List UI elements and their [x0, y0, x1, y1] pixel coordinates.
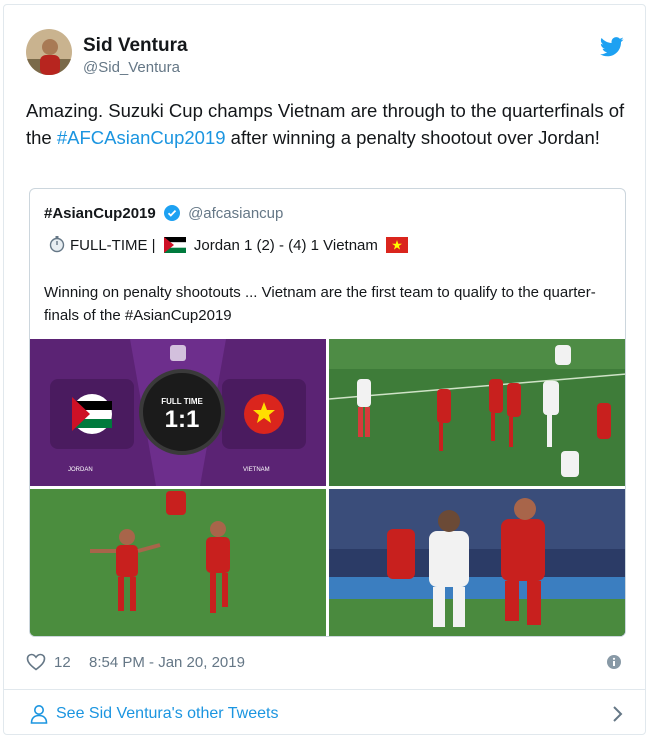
tweet-card: Sid Ventura @Sid_Ventura Amazing. Suzuki…	[3, 4, 646, 735]
match-photo-1[interactable]	[329, 339, 625, 486]
stopwatch-icon	[49, 236, 65, 253]
team-right-label: VIETNAM	[243, 467, 270, 473]
quoted-tweet-body: Winning on penalty shootouts ... Vietnam…	[44, 284, 596, 324]
see-more-label[interactable]: See Sid Ventura's other Tweets	[56, 705, 278, 723]
author-name[interactable]: Sid Ventura	[83, 35, 188, 57]
author-handle[interactable]: @Sid_Ventura	[83, 59, 180, 76]
heart-icon[interactable]	[26, 653, 46, 671]
quoted-author-name[interactable]: #AsianCup2019	[44, 205, 156, 222]
match-result-line: FULL-TIME | Jordan 1 (2) - (4) 1 Vietnam	[44, 235, 412, 254]
media-grid: FULL TIME 1:1 JORDAN VIETNAM	[30, 339, 625, 636]
match-status: FULL-TIME |	[70, 237, 160, 254]
person-icon	[30, 705, 48, 724]
match-photo-3[interactable]	[329, 489, 625, 636]
team-left-label: JORDAN	[68, 467, 93, 473]
quoted-tweet-header: #AsianCup2019 @afcasiancup	[44, 205, 283, 222]
like-count[interactable]: 12	[54, 654, 71, 671]
vietnam-flag-icon	[386, 237, 409, 253]
see-more-tweets-link[interactable]: See Sid Ventura's other Tweets	[26, 703, 626, 727]
tweet-timestamp[interactable]: 8:54 PM - Jan 20, 2019	[89, 654, 245, 671]
tweet-footer: 12 8:54 PM - Jan 20, 2019	[26, 651, 626, 675]
jordan-flag-icon	[163, 237, 186, 253]
hashtag-link[interactable]: #AFCAsianCup2019	[57, 127, 226, 148]
verified-icon	[163, 205, 180, 221]
quoted-tweet[interactable]: #AsianCup2019 @afcasiancup FULL-TIME | J…	[29, 188, 626, 637]
scoreboard-score: 1:1	[164, 406, 200, 433]
quoted-author-handle[interactable]: @afcasiancup	[188, 205, 283, 222]
scoreboard-dial: FULL TIME 1:1	[139, 369, 225, 455]
tweet-text-after: after winning a penalty shootout over Jo…	[225, 127, 600, 148]
match-score: Jordan 1 (2) - (4) 1 Vietnam	[189, 237, 383, 254]
match-photo-2[interactable]	[30, 489, 326, 636]
scoreboard-label: FULL TIME	[161, 397, 203, 406]
info-icon[interactable]	[606, 654, 622, 670]
chevron-right-icon[interactable]	[612, 705, 624, 723]
avatar[interactable]	[26, 29, 72, 75]
divider	[4, 689, 645, 690]
scoreboard-image[interactable]: FULL TIME 1:1 JORDAN VIETNAM	[30, 339, 326, 486]
tweet-text: Amazing. Suzuki Cup champs Vietnam are t…	[26, 97, 626, 151]
tweet-header: Sid Ventura @Sid_Ventura	[26, 29, 626, 81]
twitter-bird-icon[interactable]	[600, 37, 624, 57]
